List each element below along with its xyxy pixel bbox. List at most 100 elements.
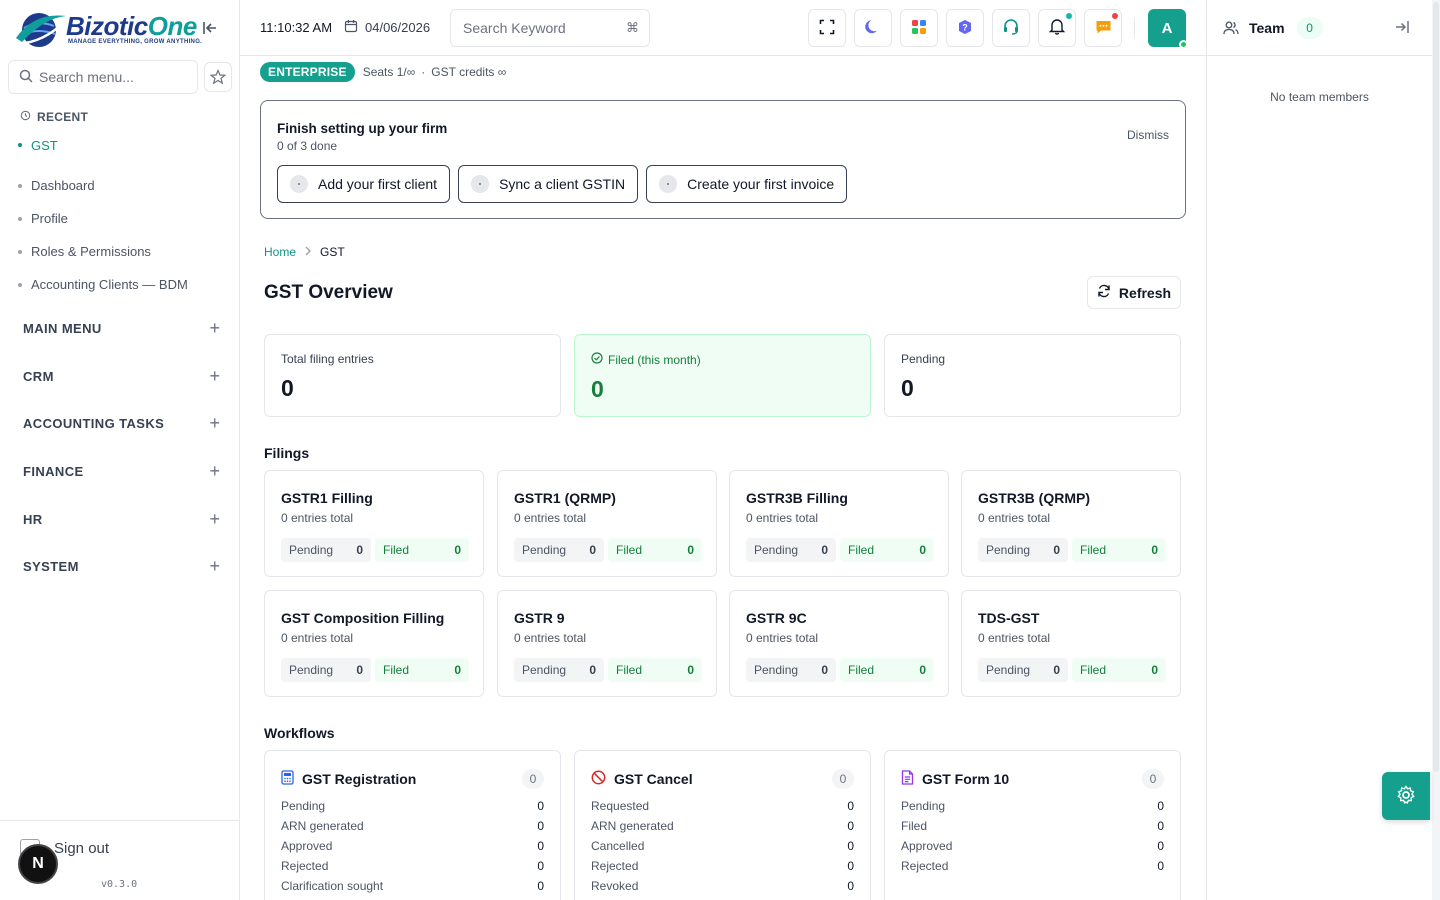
calculator-icon [281,770,294,788]
plus-icon: + [209,508,221,529]
gst-credits-info: GST credits ∞ [431,65,507,79]
chip-label: Pending [522,663,567,677]
workflow-row: Rejected 0 [281,859,544,879]
close-panel-icon[interactable] [1394,19,1410,40]
menu-groups: MAIN MENU + CRM + ACCOUNTING TASKS + FINANC… [23,305,223,591]
filing-card-gstr9c[interactable]: GSTR 9C 0 entries total Pending 0 Filed 0 [729,590,949,697]
workflow-title: GST Form 10 [922,771,1010,787]
workflow-card-gst-registration[interactable]: GST Registration 0 Pending 0 ARN generate… [264,750,561,900]
menu-group-main-menu[interactable]: MAIN MENU + [23,305,223,353]
favorites-star-icon[interactable] [204,62,232,92]
chip-label: Pending [986,663,1031,677]
filing-card-gst-composition[interactable]: GST Composition Filling 0 entries total … [264,590,484,697]
filing-card-gstr1-qrmp[interactable]: GSTR1 (QRMP) 0 entries total Pending 0 Fil… [497,470,717,577]
fullscreen-button[interactable] [808,9,846,47]
stat-label: Pending [901,352,946,366]
keyword-search-input[interactable]: Search Keyword ⌘ [450,9,650,47]
stat-value: 0 [901,375,914,401]
row-label: ARN generated [281,819,364,833]
workflow-row: Revoked 0 [591,879,854,899]
stat-label: Total filing entries [281,352,374,366]
svg-text:?: ? [962,22,968,32]
chip-value: 0 [919,543,926,557]
clock-time: 11:10:32 AM [260,20,333,35]
menu-group-crm[interactable]: CRM + [23,353,223,401]
filing-subtitle: 0 entries total [514,511,587,525]
row-value: 0 [537,859,544,873]
add-client-button[interactable]: Add your first client [277,165,451,203]
menu-group-accounting-tasks[interactable]: ACCOUNTING TASKS + [23,400,223,448]
chip-value: 0 [589,543,596,557]
row-value: 0 [1157,819,1164,833]
pending-chip: Pending 0 [514,658,604,682]
workflow-title: GST Cancel [614,771,693,787]
apps-button[interactable] [900,9,938,47]
team-panel-title: Team [1249,19,1285,36]
chip-value: 0 [821,663,828,677]
breadcrumb-home[interactable]: Home [264,245,296,259]
row-value: 0 [537,819,544,833]
brand-text: BizoticOne MANAGE EVERYTHING, GROW ANYTH… [66,13,202,45]
menu-group-hr[interactable]: HR + [23,495,223,543]
menu-group-system[interactable]: SYSTEM + [23,543,223,591]
refresh-button[interactable]: Refresh [1087,276,1181,309]
plan-info: ENTERPRISE Seats 1/∞ · GST credits ∞ [260,62,506,82]
filing-card-gstr1[interactable]: GSTR1 Filling 0 entries total Pending 0 Fi… [264,470,484,577]
menu-group-finance[interactable]: FINANCE + [23,448,223,496]
collapse-sidebar-icon[interactable] [200,18,220,38]
messages-button[interactable] [1084,9,1122,47]
pending-chip: Pending 0 [746,658,836,682]
row-label: Revoked [591,879,639,893]
filing-card-tds-gst[interactable]: TDS-GST 0 entries total Pending 0 Filed 0 [961,590,1181,697]
chip-value: 0 [356,663,363,677]
team-panel: Team 0 No team members [1206,0,1432,900]
filing-subtitle: 0 entries total [281,631,354,645]
step-circle-icon [471,175,490,193]
app-version: v0.3.0 [101,879,138,890]
row-value: 0 [1157,799,1164,813]
users-icon [1223,21,1239,35]
chip-value: 0 [356,543,363,557]
dismiss-button[interactable]: Dismiss [1127,128,1169,142]
workflow-card-gst-form-10[interactable]: GST Form 10 0 Pending 0 Filed 0 Approved 0 … [884,750,1181,900]
filing-card-gstr9[interactable]: GSTR 9 0 entries total Pending 0 Filed 0 [497,590,717,697]
pending-chip: Pending 0 [746,538,836,562]
sync-gstin-button[interactable]: Sync a client GSTIN [458,165,639,203]
row-value: 0 [1157,839,1164,853]
plus-icon: + [209,365,221,386]
row-value: 0 [537,879,544,893]
recent-item-label: Dashboard [31,178,95,193]
settings-button[interactable] [1382,772,1430,820]
row-value: 0 [537,839,544,853]
chip-value: 0 [919,663,926,677]
recent-item-dashboard[interactable]: Dashboard [18,169,228,202]
create-invoice-button[interactable]: Create your first invoice [646,165,848,203]
bell-icon [1048,18,1066,38]
sidebar-search-input[interactable]: Search menu... [8,60,198,94]
dev-tools-avatar[interactable]: N [18,844,58,884]
recent-item-profile[interactable]: Profile [18,202,228,235]
workflows-heading: Workflows [264,725,335,741]
workflow-row: Pending 0 [281,799,544,819]
support-button[interactable] [992,9,1030,47]
user-avatar[interactable]: A [1148,9,1188,49]
breadcrumb-current: GST [320,245,345,259]
dark-mode-button[interactable] [854,9,892,47]
filed-chip: Filed 0 [608,658,702,682]
headset-icon [1002,18,1020,39]
scrollbar-thumb[interactable] [1433,2,1439,772]
filing-subtitle: 0 entries total [978,631,1051,645]
help-button[interactable]: ? [946,9,984,47]
filing-title: GSTR3B (QRMP) [978,490,1090,506]
recent-item-roles[interactable]: Roles & Permissions [18,235,228,268]
workflow-header: GST Cancel 0 [591,769,854,789]
brand-logo[interactable]: BizoticOne MANAGE EVERYTHING, GROW ANYTH… [14,7,202,51]
recent-item-label: GST [31,137,58,153]
filing-card-gstr3b[interactable]: GSTR3B Filling 0 entries total Pending 0 F… [729,470,949,577]
recent-item-accounting-clients[interactable]: Accounting Clients — BDM [18,268,228,301]
notifications-button[interactable] [1038,9,1076,47]
setup-actions: Add your first client Sync a client GSTI… [277,165,848,203]
recent-item-gst[interactable]: GST [18,136,228,154]
workflow-card-gst-cancel[interactable]: GST Cancel 0 Requested 0 ARN generated 0 C… [574,750,871,900]
filing-card-gstr3b-qrmp[interactable]: GSTR3B (QRMP) 0 entries total Pending 0 Fi… [961,470,1181,577]
